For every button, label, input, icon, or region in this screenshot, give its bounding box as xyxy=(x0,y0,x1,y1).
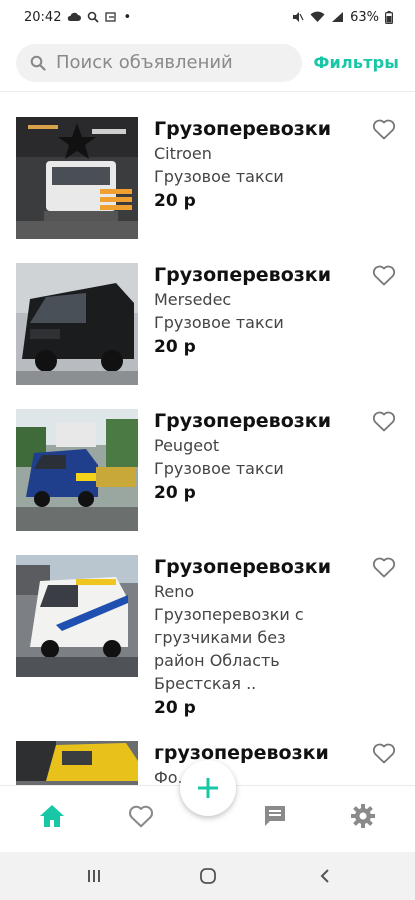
filters-button[interactable]: Фильтры xyxy=(313,53,399,72)
search-input[interactable] xyxy=(56,52,286,73)
back-icon xyxy=(320,869,329,883)
van-photo-2 xyxy=(16,263,138,385)
cloud-icon xyxy=(68,12,82,21)
battery-percent: 63% xyxy=(350,9,379,25)
listing-text: Грузоперевозки Peugeot Грузовое такси 20… xyxy=(154,409,364,506)
listing-list: Грузоперевозки Citroen Грузовое такси 20… xyxy=(0,93,415,785)
add-icon xyxy=(198,778,218,798)
listing-text: Грузоперевозки Citroen Грузовое такси 20… xyxy=(154,117,364,214)
home-system-button[interactable] xyxy=(193,864,223,888)
listing-item[interactable]: Грузоперевозки Mersedec Грузовое такси 2… xyxy=(0,263,415,393)
listing-description: Грузовое такси xyxy=(154,167,284,186)
heart-icon xyxy=(128,805,154,828)
search-header: Фильтры xyxy=(0,34,415,92)
nav-favorites[interactable] xyxy=(121,796,161,836)
search-status-icon xyxy=(88,11,100,23)
listing-brand: Peugeot xyxy=(154,436,220,455)
van-photo-5 xyxy=(16,741,138,785)
listing-price: 20 р xyxy=(154,698,196,718)
signal-icon xyxy=(332,12,344,22)
status-left: 20:42 • xyxy=(24,10,131,25)
notification-icon xyxy=(105,12,117,22)
heart-icon xyxy=(372,557,396,578)
listing-item[interactable]: Грузоперевозки Citroen Грузовое такси 20… xyxy=(0,117,415,247)
heart-icon xyxy=(372,743,396,764)
listing-description-line: Брестская .. xyxy=(154,674,257,693)
search-icon xyxy=(30,55,46,71)
listing-description-line: Грузоперевозки с xyxy=(154,605,304,624)
listing-brand: Reno xyxy=(154,582,195,601)
add-listing-button[interactable] xyxy=(180,760,236,816)
circle-home-icon xyxy=(200,868,216,884)
listing-photo xyxy=(16,741,138,785)
van-photo-4 xyxy=(16,555,138,677)
listing-description: Грузовое такси xyxy=(154,313,284,332)
listing-item[interactable]: Грузоперевозки Peugeot Грузовое такси 20… xyxy=(0,409,415,539)
favorite-button[interactable] xyxy=(372,264,400,290)
favorite-button[interactable] xyxy=(372,742,400,768)
listing-title: Грузоперевозки xyxy=(154,556,332,578)
heart-icon xyxy=(372,411,396,432)
listing-item[interactable]: Грузоперевозки Reno Грузоперевозки с гру… xyxy=(0,555,415,745)
favorite-button[interactable] xyxy=(372,556,400,582)
nav-settings[interactable] xyxy=(343,796,383,836)
listing-text: Грузоперевозки Reno Грузоперевозки с гру… xyxy=(154,555,364,721)
recent-apps-icon xyxy=(88,870,100,882)
listing-photo xyxy=(16,117,138,239)
status-time: 20:42 xyxy=(24,9,62,25)
nav-home[interactable] xyxy=(32,796,72,836)
wifi-icon xyxy=(310,11,325,22)
listing-brand: Mersedec xyxy=(154,290,232,309)
battery-icon xyxy=(385,10,393,24)
listing-title: Грузоперевозки xyxy=(154,264,332,286)
listing-brand: Citroen xyxy=(154,144,212,163)
chat-icon xyxy=(265,806,285,826)
settings-icon xyxy=(351,804,375,828)
favorite-button[interactable] xyxy=(372,118,400,144)
recent-apps-button[interactable] xyxy=(79,864,109,888)
listing-price: 20 р xyxy=(154,191,196,211)
van-photo-3 xyxy=(16,409,138,531)
van-photo-1 xyxy=(16,117,138,239)
listing-title: Грузоперевозки xyxy=(154,410,332,432)
listing-photo xyxy=(16,409,138,531)
nav-messages[interactable] xyxy=(255,796,295,836)
system-nav xyxy=(0,852,415,900)
back-button[interactable] xyxy=(310,864,340,888)
listing-description-line: район Область xyxy=(154,651,280,670)
heart-icon xyxy=(372,265,396,286)
listing-price: 20 р xyxy=(154,337,196,357)
listing-price: 20 р xyxy=(154,483,196,503)
listing-title: Грузоперевозки xyxy=(154,118,332,140)
mute-icon xyxy=(293,12,304,22)
search-box[interactable] xyxy=(16,43,302,82)
favorite-button[interactable] xyxy=(372,410,400,436)
home-icon xyxy=(40,805,64,827)
status-bar: 20:42 • 63% xyxy=(0,0,415,34)
status-right: 63% xyxy=(292,10,393,25)
heart-icon xyxy=(372,119,396,140)
listing-title: грузоперевозки xyxy=(154,742,329,764)
listing-photo xyxy=(16,263,138,385)
listing-photo xyxy=(16,555,138,677)
status-dot: • xyxy=(123,9,132,25)
listing-description-line: грузчиками без xyxy=(154,628,286,647)
listing-text: Грузоперевозки Mersedec Грузовое такси 2… xyxy=(154,263,364,360)
listing-description: Грузовое такси xyxy=(154,459,284,478)
